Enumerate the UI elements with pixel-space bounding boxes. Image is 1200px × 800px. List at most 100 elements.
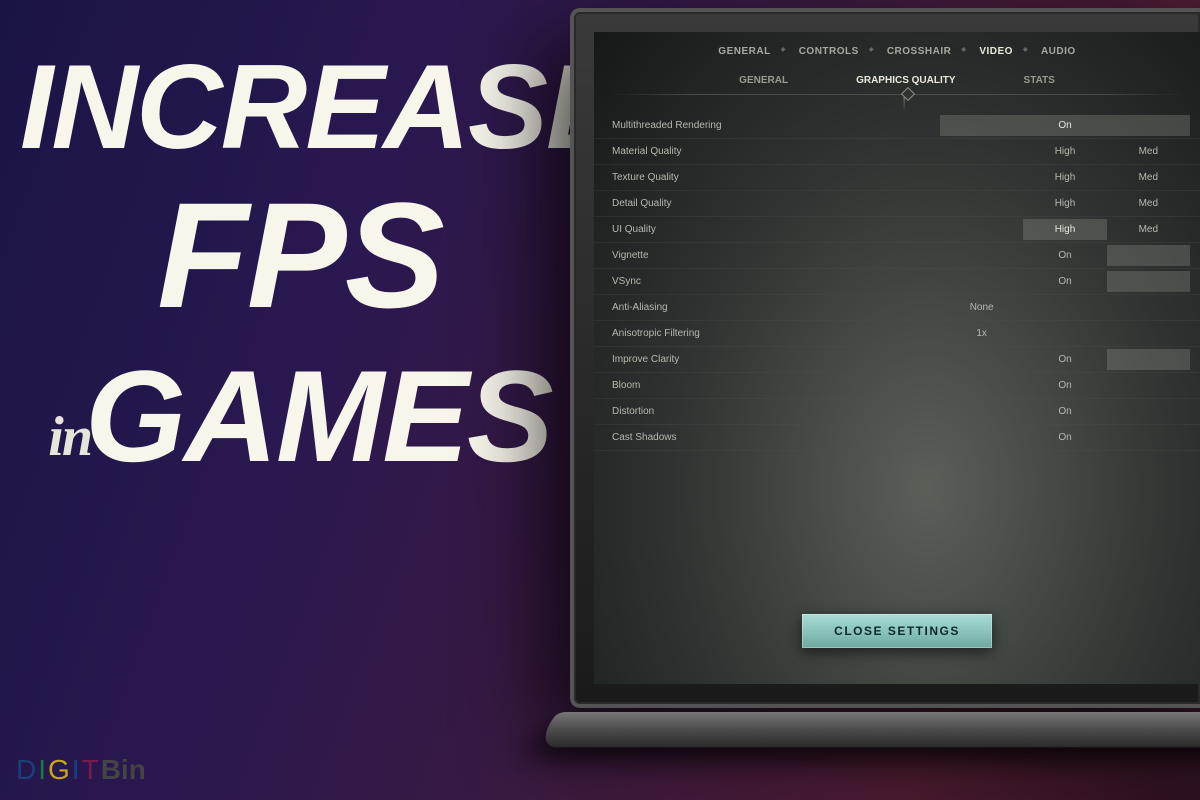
setting-label: Detail Quality xyxy=(612,198,940,209)
setting-label: UI Quality xyxy=(612,224,940,235)
setting-option[interactable] xyxy=(940,219,1023,240)
setting-option[interactable]: On xyxy=(1023,401,1106,422)
logo-char: I xyxy=(72,754,82,785)
setting-row: Cast Shadows On xyxy=(594,425,1200,451)
setting-label: Anti-Aliasing xyxy=(612,302,940,313)
setting-row: Anti-AliasingNone xyxy=(594,295,1200,321)
setting-option[interactable]: On xyxy=(940,115,1190,136)
setting-option[interactable] xyxy=(940,401,1023,422)
setting-label: VSync xyxy=(612,276,940,287)
setting-options: On xyxy=(940,401,1190,422)
setting-option[interactable] xyxy=(1107,245,1190,266)
setting-label: Improve Clarity xyxy=(612,354,940,365)
logo-suffix: Bin xyxy=(101,754,146,785)
setting-option[interactable]: On xyxy=(1023,375,1106,396)
setting-option[interactable]: High xyxy=(1023,141,1106,162)
setting-options: HighMed xyxy=(940,219,1190,240)
setting-option[interactable] xyxy=(1107,427,1190,448)
tab-audio[interactable]: AUDIO xyxy=(1027,40,1090,63)
tab-general[interactable]: GENERAL xyxy=(704,40,784,63)
setting-label: Cast Shadows xyxy=(612,432,940,443)
setting-option[interactable] xyxy=(1107,375,1190,396)
logo-char: T xyxy=(82,754,101,785)
setting-option[interactable] xyxy=(940,245,1023,266)
setting-option[interactable]: Med xyxy=(1107,193,1190,214)
setting-options: On xyxy=(940,375,1190,396)
setting-row: Material QualityHighMed xyxy=(594,139,1200,165)
tab-crosshair[interactable]: CROSSHAIR xyxy=(873,40,966,63)
headline: INCREASE FPS inGAMES xyxy=(20,50,580,478)
setting-option[interactable] xyxy=(940,349,1023,370)
laptop-keyboard xyxy=(531,712,1200,747)
setting-options: 1x xyxy=(940,323,1190,344)
brand-logo: DIGITBin xyxy=(16,754,146,786)
setting-option[interactable]: Med xyxy=(1107,141,1190,162)
setting-option[interactable] xyxy=(940,271,1023,292)
setting-options: On xyxy=(940,115,1190,136)
setting-option[interactable] xyxy=(1107,323,1190,344)
setting-option[interactable]: High xyxy=(1023,193,1106,214)
logo-char: G xyxy=(48,754,72,785)
setting-options: On xyxy=(940,427,1190,448)
laptop-mockup: GENERALCONTROLSCROSSHAIRVIDEOAUDIO GENER… xyxy=(570,8,1200,798)
setting-label: Vignette xyxy=(612,250,940,261)
setting-row: Bloom On xyxy=(594,373,1200,399)
setting-row: Texture QualityHighMed xyxy=(594,165,1200,191)
setting-option[interactable]: On xyxy=(1023,271,1106,292)
setting-label: Anisotropic Filtering xyxy=(612,328,940,339)
tab-controls[interactable]: CONTROLS xyxy=(785,40,873,63)
setting-option[interactable]: None xyxy=(940,297,1023,318)
setting-options: On xyxy=(940,349,1190,370)
setting-option[interactable]: On xyxy=(1023,349,1106,370)
setting-row: Distortion On xyxy=(594,399,1200,425)
setting-options: None xyxy=(940,297,1190,318)
setting-option[interactable]: Med xyxy=(1107,219,1190,240)
setting-label: Bloom xyxy=(612,380,940,391)
headline-line3: inGAMES xyxy=(20,355,580,479)
logo-char: I xyxy=(38,754,48,785)
setting-row: Detail QualityHighMed xyxy=(594,191,1200,217)
headline-games: GAMES xyxy=(85,343,552,489)
setting-option[interactable] xyxy=(1107,401,1190,422)
tabs-divider xyxy=(612,94,1182,95)
setting-row: VSync On xyxy=(594,269,1200,295)
setting-option[interactable]: On xyxy=(1023,245,1106,266)
setting-option[interactable] xyxy=(1107,271,1190,292)
tabs-primary: GENERALCONTROLSCROSSHAIRVIDEOAUDIO xyxy=(594,32,1200,63)
setting-option[interactable] xyxy=(1107,297,1190,318)
subtab-general[interactable]: GENERAL xyxy=(735,73,792,88)
setting-option[interactable] xyxy=(940,375,1023,396)
setting-option[interactable] xyxy=(940,167,1023,188)
setting-label: Distortion xyxy=(612,406,940,417)
headline-line1: INCREASE xyxy=(20,50,580,164)
setting-option[interactable]: On xyxy=(1023,427,1106,448)
setting-row: Improve Clarity On xyxy=(594,347,1200,373)
setting-option[interactable]: 1x xyxy=(940,323,1023,344)
setting-options: HighMed xyxy=(940,193,1190,214)
setting-option[interactable] xyxy=(1023,323,1106,344)
setting-options: HighMed xyxy=(940,141,1190,162)
setting-option[interactable]: High xyxy=(1023,167,1106,188)
setting-label: Texture Quality xyxy=(612,172,940,183)
setting-row: Anisotropic Filtering1x xyxy=(594,321,1200,347)
setting-option[interactable] xyxy=(1023,297,1106,318)
logo-char: D xyxy=(16,754,38,785)
subtab-graphics-quality[interactable]: GRAPHICS QUALITY xyxy=(852,73,959,88)
tab-video[interactable]: VIDEO xyxy=(965,40,1027,63)
tabs-sub: GENERAL GRAPHICS QUALITY STATS xyxy=(594,63,1200,90)
headline-line2: FPS xyxy=(20,184,580,327)
setting-row: UI QualityHighMed xyxy=(594,217,1200,243)
close-settings-button[interactable]: CLOSE SETTINGS xyxy=(802,614,992,648)
setting-option[interactable] xyxy=(940,141,1023,162)
setting-option[interactable]: Med xyxy=(1107,167,1190,188)
setting-label: Multithreaded Rendering xyxy=(612,120,940,131)
setting-option[interactable] xyxy=(940,193,1023,214)
settings-list: Multithreaded RenderingOnMaterial Qualit… xyxy=(594,113,1200,451)
setting-option[interactable] xyxy=(1107,349,1190,370)
setting-option[interactable]: High xyxy=(1023,219,1106,240)
setting-row: Vignette On xyxy=(594,243,1200,269)
setting-options: HighMed xyxy=(940,167,1190,188)
setting-option[interactable] xyxy=(940,427,1023,448)
subtab-stats[interactable]: STATS xyxy=(1020,73,1059,88)
setting-options: On xyxy=(940,245,1190,266)
